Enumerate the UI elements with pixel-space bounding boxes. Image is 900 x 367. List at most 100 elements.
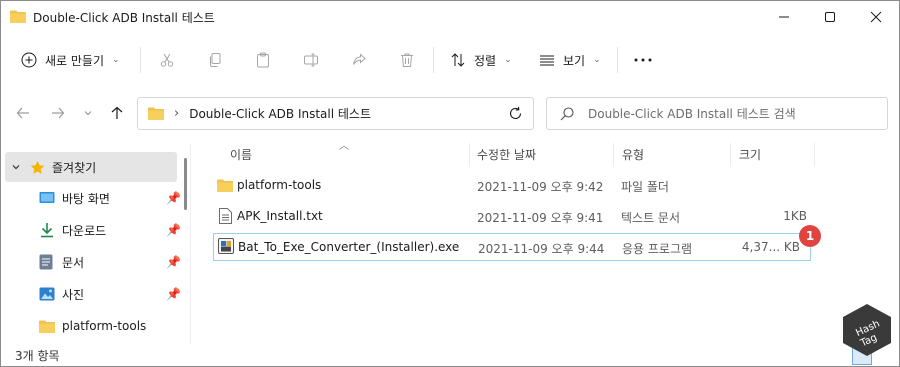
text-file-icon: [219, 208, 232, 224]
arrow-left-icon: [16, 107, 29, 119]
sidebar-item-downloads[interactable]: 다운로드 📌: [1, 215, 181, 245]
document-icon: [39, 254, 53, 270]
sidebar-item-label: 문서: [62, 255, 85, 270]
chevron-down-icon: ⌄: [504, 55, 512, 65]
sidebar-item-label: 다운로드: [62, 223, 107, 238]
rename-button[interactable]: [295, 45, 327, 75]
chevron-down-icon: [84, 111, 92, 116]
breadcrumb-current[interactable]: Double-Click ADB Install 테스트: [189, 105, 371, 122]
column-header-size[interactable]: 크기: [739, 140, 761, 168]
delete-button[interactable]: [391, 45, 423, 75]
column-divider[interactable]: [613, 143, 614, 167]
share-button[interactable]: [343, 45, 375, 75]
maximize-icon: [825, 12, 835, 22]
toolbar-divider: [433, 47, 434, 73]
view-list-icon: [540, 55, 554, 66]
sidebar-item-platform-tools[interactable]: platform-tools: [1, 311, 179, 341]
maximize-button[interactable]: [807, 1, 853, 33]
sidebar-item-label: 바탕 화면: [62, 191, 110, 206]
file-modified: 2021-11-09 오후 9:44: [478, 242, 605, 256]
more-options-button[interactable]: [625, 45, 661, 75]
file-type: 응용 프로그램: [622, 242, 693, 256]
column-header-label: 유형: [622, 147, 645, 162]
chevron-down-icon: ⌄: [112, 55, 120, 65]
folder-icon: [217, 179, 233, 192]
star-icon: [30, 160, 45, 174]
file-modified: 2021-11-09 오후 9:41: [477, 211, 604, 225]
column-header-name[interactable]: 이름: [230, 140, 252, 168]
sidebar-item-favorites[interactable]: 즐겨찾기: [5, 152, 177, 182]
recent-locations-button[interactable]: [76, 97, 100, 129]
up-button[interactable]: [105, 97, 129, 129]
view-button[interactable]: 보기 ⌄: [533, 45, 607, 75]
sidebar-scrollbar[interactable]: [184, 158, 187, 210]
close-icon: [870, 11, 882, 23]
column-divider[interactable]: [814, 143, 815, 167]
copy-button[interactable]: [199, 45, 231, 75]
close-button[interactable]: [853, 1, 899, 33]
hashtag-watermark-logo: Hash Tag: [843, 304, 891, 356]
view-label: 보기: [563, 53, 586, 68]
refresh-icon[interactable]: [508, 106, 523, 121]
pictures-icon: [39, 287, 55, 301]
new-button-label: 새로 만들기: [45, 53, 105, 68]
annotation-badge: 1: [799, 225, 821, 247]
file-name: platform-tools: [237, 178, 322, 192]
arrow-up-icon: [111, 106, 123, 119]
folder-icon: [148, 107, 164, 120]
file-type: 파일 폴더: [621, 180, 669, 194]
paste-button[interactable]: [247, 45, 279, 75]
sort-button[interactable]: 정렬 ⌄: [444, 45, 518, 75]
search-box[interactable]: Double-Click ADB Install 테스트 검색: [546, 97, 888, 130]
arrow-right-icon: [52, 107, 65, 119]
minimize-button[interactable]: [761, 1, 807, 33]
sidebar-item-label: 즐겨찾기: [52, 160, 97, 175]
column-header-label: 크기: [739, 147, 762, 162]
sort-ascending-icon: ︿: [339, 141, 349, 152]
file-explorer-window: Double-Click ADB Install 테스트 새로 만들기 ⌄ 정렬…: [0, 0, 900, 367]
sidebar-item-desktop[interactable]: 바탕 화면 📌: [1, 183, 181, 213]
column-divider[interactable]: [730, 143, 731, 167]
folder-icon: [39, 320, 55, 333]
download-icon: [41, 223, 53, 238]
window-title: Double-Click ADB Install 테스트: [33, 11, 215, 25]
toolbar-divider: [617, 47, 618, 73]
file-name: APK_Install.txt: [237, 209, 323, 223]
search-icon: [560, 106, 574, 120]
column-header-label: 수정한 날짜: [477, 147, 537, 162]
cut-icon: [160, 53, 174, 67]
title-bar[interactable]: Double-Click ADB Install 테스트: [1, 1, 899, 33]
sort-icon: [451, 53, 465, 67]
column-divider[interactable]: [469, 143, 470, 167]
forward-button[interactable]: [46, 97, 70, 129]
chevron-down-icon: ⌄: [593, 55, 601, 65]
file-row[interactable]: APK_Install.txt 2021-11-09 오후 9:41 텍스트 문…: [213, 203, 811, 231]
column-header-label: 이름: [230, 147, 253, 162]
sidebar-item-documents[interactable]: 문서 📌: [1, 247, 181, 277]
search-placeholder: Double-Click ADB Install 테스트 검색: [588, 107, 796, 121]
sidebar-item-pictures[interactable]: 사진 📌: [1, 279, 181, 309]
sidebar-item-label: platform-tools: [62, 319, 147, 333]
chevron-down-icon[interactable]: [11, 162, 21, 172]
sort-label: 정렬: [474, 53, 497, 68]
exe-icon: [218, 238, 234, 254]
breadcrumb-chevron-icon[interactable]: ›: [174, 106, 179, 121]
back-button[interactable]: [11, 97, 35, 129]
file-row[interactable]: platform-tools 2021-11-09 오후 9:42 파일 폴더: [213, 172, 811, 200]
new-button[interactable]: 새로 만들기 ⌄: [13, 45, 128, 75]
address-bar[interactable]: › Double-Click ADB Install 테스트: [137, 97, 534, 130]
column-header-modified[interactable]: 수정한 날짜: [477, 140, 536, 168]
status-item-count: 3개 항목: [15, 349, 60, 363]
file-type: 텍스트 문서: [621, 211, 681, 225]
folder-icon: [10, 10, 26, 23]
file-row-selected[interactable]: Bat_To_Exe_Converter_(Installer).exe 202…: [213, 233, 811, 261]
pin-icon: 📌: [166, 223, 181, 237]
rename-icon: [304, 53, 318, 67]
sidebar-item-label: 사진: [62, 287, 85, 302]
pane-divider[interactable]: [190, 144, 191, 344]
cut-button[interactable]: [151, 45, 183, 75]
file-size: 1KB: [783, 209, 807, 223]
trash-icon: [401, 53, 413, 67]
column-header-type[interactable]: 유형: [622, 140, 644, 168]
paste-icon: [257, 52, 269, 68]
